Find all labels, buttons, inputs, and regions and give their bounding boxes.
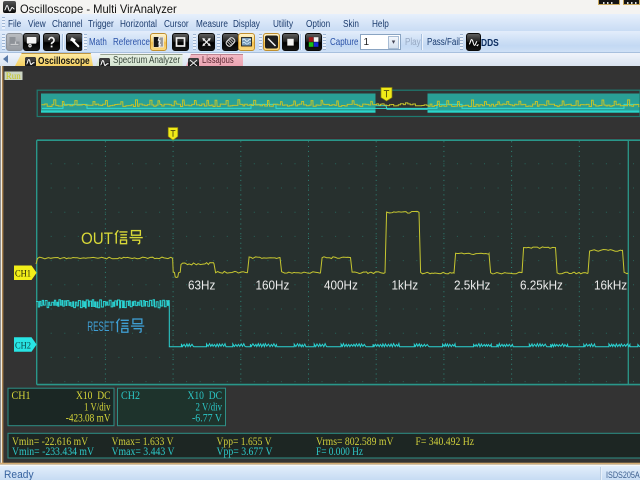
- svg-text:CH2: CH2: [15, 341, 31, 351]
- svg-text:Vmin= -233.434 mV: Vmin= -233.434 mV: [12, 444, 94, 458]
- svg-text:16kHz: 16kHz: [594, 278, 627, 293]
- svg-text:F= 340.492 Hz: F= 340.492 Hz: [416, 434, 475, 448]
- svg-text:Vmax= 3.443 V: Vmax= 3.443 V: [112, 444, 175, 458]
- svg-text:CH1: CH1: [12, 388, 31, 402]
- svg-text:Vpp= 3.677 V: Vpp= 3.677 V: [217, 444, 273, 458]
- svg-text:6.25kHz: 6.25kHz: [520, 278, 563, 293]
- svg-text:-423.08 mV: -423.08 mV: [66, 411, 111, 425]
- svg-text:Run: Run: [6, 71, 22, 81]
- svg-text:-6.77 V: -6.77 V: [192, 411, 222, 425]
- svg-text:CH1: CH1: [15, 270, 31, 280]
- svg-text:160Hz: 160Hz: [256, 278, 290, 293]
- svg-text:1kHz: 1kHz: [392, 278, 419, 293]
- svg-text:CH2: CH2: [121, 388, 140, 402]
- svg-text:63Hz: 63Hz: [188, 278, 215, 293]
- svg-text:400Hz: 400Hz: [324, 278, 358, 293]
- svg-text:2.5kHz: 2.5kHz: [454, 278, 490, 293]
- svg-text:OUT: OUT: [81, 230, 113, 248]
- svg-text:RESET: RESET: [87, 319, 114, 334]
- svg-text:F= 0.000 Hz: F= 0.000 Hz: [316, 444, 363, 458]
